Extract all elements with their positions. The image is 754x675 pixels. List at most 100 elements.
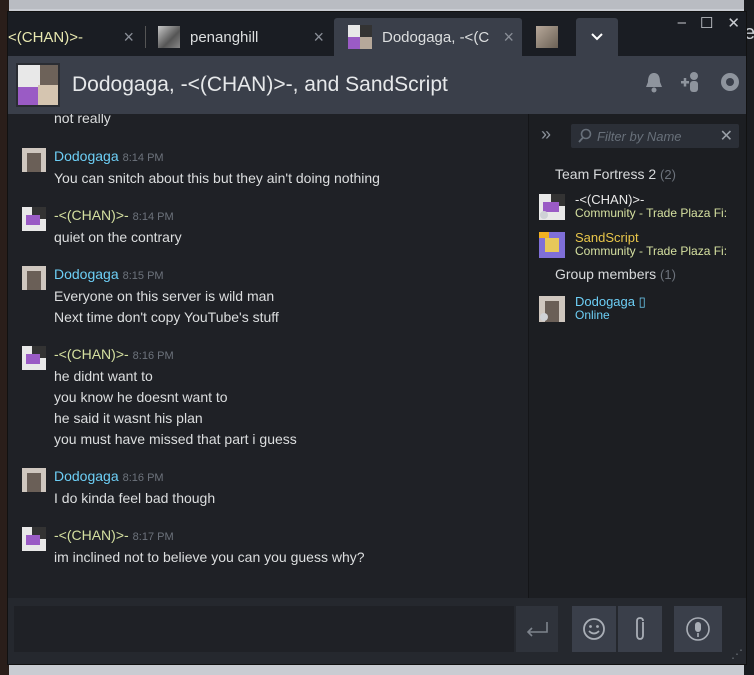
message-text: You can snitch about this but they ain't… xyxy=(54,170,380,186)
avatar[interactable] xyxy=(22,468,46,492)
tab-bar: <(CHAN)>- × penanghill × Dodogaga, -<(C … xyxy=(8,12,746,56)
timestamp: 8:14 PM xyxy=(132,211,174,223)
avatar xyxy=(539,194,565,220)
emoji-button[interactable] xyxy=(572,606,616,652)
tab-group-chat[interactable]: Dodogaga, -<(C × xyxy=(334,18,522,56)
member-list: » Filter by Name ✕ Team Fortress 2 (2) -… xyxy=(528,114,746,598)
timestamp: 8:17 PM xyxy=(132,531,174,543)
avatar[interactable] xyxy=(22,207,46,231)
timestamp: 8:16 PM xyxy=(132,350,174,362)
message-text: you know he doesnt want to xyxy=(54,389,228,405)
close-icon[interactable]: × xyxy=(123,27,134,48)
avatar[interactable] xyxy=(22,346,46,370)
filter-placeholder: Filter by Name xyxy=(597,128,682,144)
section-title: Team Fortress 2 xyxy=(555,166,657,182)
member-section-header[interactable]: Team Fortress 2 (2) xyxy=(555,166,676,182)
sender-name[interactable]: -<(CHAN)>- 8:17 PM xyxy=(54,527,174,543)
sender-name-text: Dodogaga xyxy=(54,468,119,484)
chat-header: Dodogaga, -<(CHAN)>-, and SandScript xyxy=(8,56,746,114)
avatar[interactable] xyxy=(22,266,46,290)
send-button[interactable] xyxy=(516,606,558,652)
sender-name-text: -<(CHAN)>- xyxy=(54,207,129,223)
member-item[interactable]: SandScript Community - Trade Plaza Fi: xyxy=(539,230,746,262)
page-title: Dodogaga, -<(CHAN)>-, and SandScript xyxy=(72,73,448,96)
avatar[interactable] xyxy=(22,148,46,172)
sender-name-text: -<(CHAN)>- xyxy=(54,527,129,543)
tab-divider xyxy=(145,26,146,48)
header-actions xyxy=(642,70,742,94)
sender-name-text: Dodogaga xyxy=(54,148,119,164)
close-icon[interactable]: × xyxy=(313,27,324,48)
tab-penanghill[interactable]: penanghill × xyxy=(150,18,332,56)
collapse-icon[interactable]: » xyxy=(541,124,551,145)
input-bar: ⋰ xyxy=(8,598,746,664)
group-avatar-icon xyxy=(348,25,372,49)
sender-name[interactable]: -<(CHAN)>- 8:16 PM xyxy=(54,346,174,362)
message-text: he didnt want to xyxy=(54,368,153,384)
emoji-icon xyxy=(583,618,605,640)
message-input[interactable] xyxy=(14,606,514,652)
member-item[interactable]: -<(CHAN)>- Community - Trade Plaza Fi: xyxy=(539,192,746,224)
desktop-background xyxy=(0,0,754,9)
section-count: (2) xyxy=(660,167,676,182)
member-name-text: Dodogaga xyxy=(575,294,635,309)
member-name: SandScript xyxy=(575,230,639,245)
tab-overflow-button[interactable] xyxy=(576,18,618,56)
tab-label: Dodogaga, -<(C xyxy=(382,28,490,46)
search-icon xyxy=(578,128,592,143)
avatar xyxy=(536,26,558,48)
close-icon[interactable]: × xyxy=(503,27,514,48)
attach-button[interactable] xyxy=(618,606,662,652)
avatar xyxy=(539,232,565,258)
send-icon xyxy=(526,622,548,637)
microphone-icon xyxy=(686,617,710,641)
tab-dodogaga[interactable] xyxy=(528,18,574,56)
avatar xyxy=(158,26,180,48)
section-count: (1) xyxy=(660,267,676,282)
paperclip-icon xyxy=(636,617,644,640)
close-window-button[interactable]: ✕ xyxy=(727,14,740,32)
gear-icon[interactable] xyxy=(718,70,742,94)
member-name: -<(CHAN)>- xyxy=(575,192,645,207)
sender-name-text: Dodogaga xyxy=(54,266,119,282)
section-title: Group members xyxy=(555,266,657,282)
message-text: you must have missed that part i guess xyxy=(54,431,297,447)
avatar xyxy=(348,25,372,49)
sender-name[interactable]: -<(CHAN)>- 8:14 PM xyxy=(54,207,174,223)
add-friend-icon[interactable] xyxy=(680,70,704,94)
timestamp: 8:14 PM xyxy=(122,152,164,164)
maximize-button[interactable]: ☐ xyxy=(700,14,713,32)
tab-label: <(CHAN)>- xyxy=(8,28,84,46)
tab-label: penanghill xyxy=(190,28,259,46)
close-icon[interactable]: ✕ xyxy=(720,126,733,146)
sender-name[interactable]: Dodogaga 8:14 PM xyxy=(54,148,164,164)
message-list: not really Dodogaga 8:14 PM You can snitc… xyxy=(8,114,528,598)
member-item[interactable]: Dodogaga ▯ Online xyxy=(539,294,746,326)
avatar xyxy=(539,296,565,322)
message-text: I do kinda feel bad though xyxy=(54,490,216,506)
group-avatar xyxy=(16,63,60,107)
sender-name-text: -<(CHAN)>- xyxy=(54,346,129,362)
message-text: quiet on the contrary xyxy=(54,229,182,245)
message-text: Everyone on this server is wild man xyxy=(54,288,275,304)
message-text: Next time don't copy YouTube's stuff xyxy=(54,309,279,325)
resize-handle[interactable]: ⋰ xyxy=(731,647,743,661)
sender-name[interactable]: Dodogaga 8:15 PM xyxy=(54,266,164,282)
message-text: he said it wasnt his plan xyxy=(54,410,203,426)
bell-icon[interactable] xyxy=(642,70,666,94)
minimize-button[interactable]: – xyxy=(678,14,686,32)
member-status: Online xyxy=(575,308,610,322)
member-status: Community - Trade Plaza Fi: xyxy=(575,206,728,220)
mobile-icon: ▯ xyxy=(638,294,646,309)
member-status: Community - Trade Plaza Fi: xyxy=(575,244,728,258)
filter-input[interactable]: Filter by Name ✕ xyxy=(571,124,739,148)
member-section-header[interactable]: Group members (1) xyxy=(555,266,676,282)
timestamp: 8:15 PM xyxy=(122,270,164,282)
message-text: not really xyxy=(54,114,111,126)
tab-chan[interactable]: <(CHAN)>- × xyxy=(8,18,142,56)
chat-window: <(CHAN)>- × penanghill × Dodogaga, -<(C … xyxy=(8,12,746,664)
sender-name[interactable]: Dodogaga 8:16 PM xyxy=(54,468,164,484)
avatar[interactable] xyxy=(22,527,46,551)
group-avatar-icon xyxy=(16,63,60,107)
voice-chat-button[interactable] xyxy=(674,606,722,652)
